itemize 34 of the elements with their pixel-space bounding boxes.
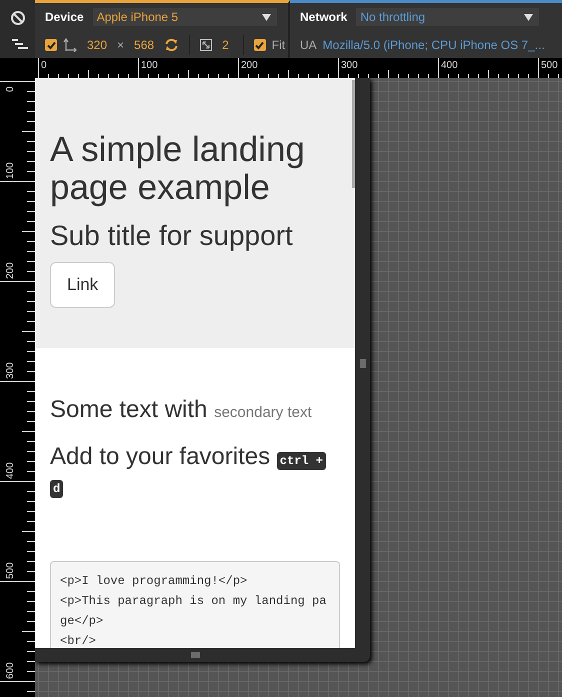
network-select[interactable]: No throttling xyxy=(356,8,540,26)
resolution-checkbox[interactable] xyxy=(45,39,57,51)
scrollbar-thumb[interactable] xyxy=(352,80,355,188)
width-value[interactable]: 320 xyxy=(87,38,108,52)
keyboard-shortcut: ctrl + xyxy=(276,452,326,470)
device-label: Device xyxy=(45,10,84,24)
page-title: A simple landing page example xyxy=(50,131,306,207)
code-block: <p>I love programming!</p> <p>This paragraph is on my landing page</p> <br/> xyxy=(50,561,340,648)
screen-icon xyxy=(200,39,212,51)
horizontal-ruler: 0 100 200 300 400 500 xyxy=(35,58,562,78)
resize-handle-icon[interactable] xyxy=(360,358,366,368)
page-subtitle: Sub title for support xyxy=(50,220,294,252)
device-select[interactable]: Apple iPhone 5 xyxy=(92,8,277,26)
fit-label: Fit xyxy=(272,38,286,52)
media-queries-icon[interactable] xyxy=(12,38,28,50)
link-button[interactable]: Link xyxy=(50,262,116,308)
rotate-icon[interactable] xyxy=(164,38,180,52)
resize-icon xyxy=(63,38,77,52)
pixel-ratio-value[interactable]: 2 xyxy=(222,38,229,52)
caret-icon xyxy=(262,14,271,20)
user-agent-value[interactable]: Mozilla/5.0 (iPhone; CPU iPhone OS 7_... xyxy=(322,38,545,52)
heading-text: Some text with xyxy=(50,396,208,423)
keyboard-shortcut: d xyxy=(50,480,64,498)
heading-text: Add to your favorites xyxy=(50,443,270,470)
block-icon[interactable] xyxy=(10,10,26,26)
times-sign: × xyxy=(117,38,124,52)
network-label: Network xyxy=(300,10,348,24)
ua-label: UA xyxy=(300,38,317,52)
vertical-ruler: 0 100 200 300 400 500 600 xyxy=(0,78,35,697)
secondary-text: secondary text xyxy=(214,404,312,421)
fit-checkbox[interactable] xyxy=(254,39,266,51)
caret-icon xyxy=(524,14,534,20)
resize-handle-icon[interactable] xyxy=(190,652,200,658)
height-value[interactable]: 568 xyxy=(134,38,154,52)
